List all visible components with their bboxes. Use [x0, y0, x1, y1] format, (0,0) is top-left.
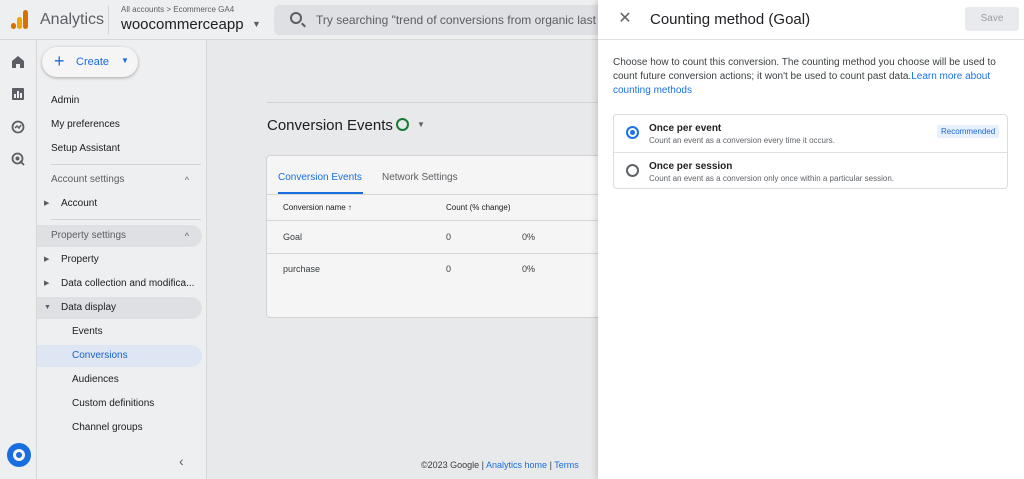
option-title: Once per session — [649, 161, 733, 172]
radio-once-per-event[interactable] — [626, 126, 639, 139]
counting-method-drawer: ✕ Counting method (Goal) Save Choose how… — [598, 0, 1024, 479]
drawer-scrim[interactable] — [0, 0, 598, 479]
close-icon[interactable]: ✕ — [616, 10, 634, 28]
option-title: Once per event — [649, 123, 722, 134]
drawer-description: Choose how to count this conversion. The… — [613, 56, 1008, 98]
option-once-per-session[interactable]: Once per session Count an event as a con… — [614, 152, 1007, 189]
drawer-header: ✕ Counting method (Goal) Save — [598, 0, 1024, 40]
recommended-badge: Recommended — [937, 125, 1000, 138]
option-subtitle: Count an event as a conversion only once… — [649, 174, 895, 183]
option-subtitle: Count an event as a conversion every tim… — [649, 136, 835, 145]
radio-once-per-session[interactable] — [626, 164, 639, 177]
option-once-per-event[interactable]: Once per event Count an event as a conve… — [614, 115, 1007, 152]
counting-method-options: Once per event Count an event as a conve… — [613, 114, 1008, 189]
drawer-title: Counting method (Goal) — [650, 11, 811, 28]
save-button[interactable]: Save — [965, 7, 1019, 31]
